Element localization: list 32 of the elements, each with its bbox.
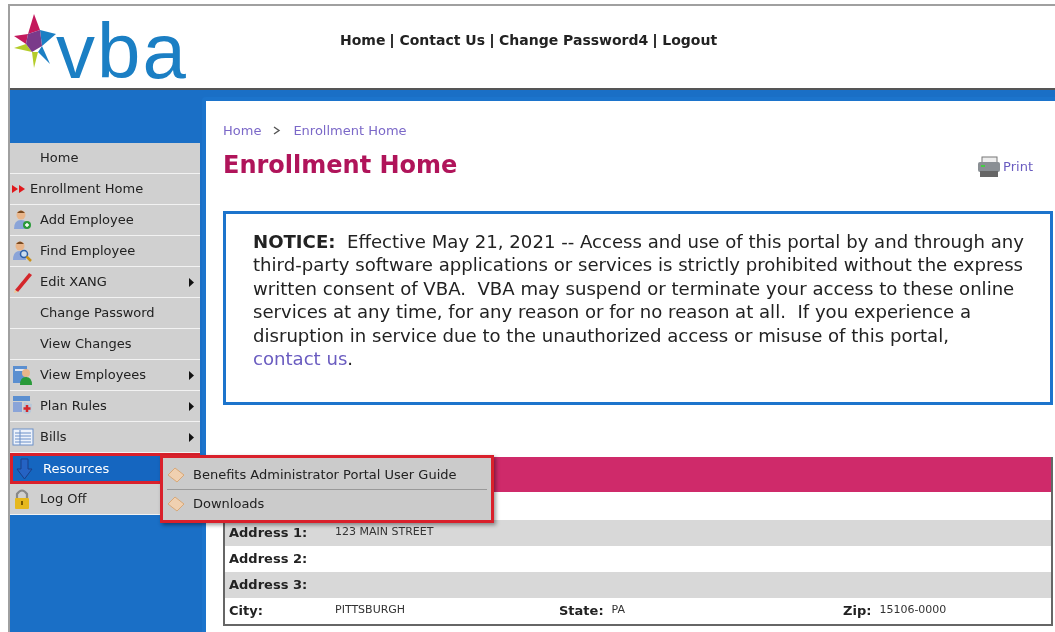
- menu-item[interactable]: Change Password: [10, 298, 200, 329]
- menu-item[interactable]: Bills: [10, 422, 200, 453]
- field-value: 15106-0000: [879, 602, 947, 619]
- contact-link[interactable]: contact us: [253, 348, 348, 369]
- field-value: 123 MAIN STREET: [335, 524, 434, 541]
- header-link[interactable]: Logout: [662, 30, 718, 51]
- menu-item[interactable]: Add Employee: [10, 205, 200, 236]
- header-link[interactable]: Contact Us: [399, 30, 485, 51]
- header-link[interactable]: Home: [340, 30, 386, 51]
- field-label: Zip:: [843, 601, 872, 620]
- menu-item[interactable]: View Employees: [10, 360, 200, 391]
- menu-item[interactable]: Edit XANG: [10, 267, 200, 298]
- field-label: City:: [229, 601, 264, 620]
- menu-item[interactable]: View Changes: [10, 329, 200, 360]
- field-label: Address 3:: [229, 575, 309, 594]
- submenu-item[interactable]: Downloads: [167, 489, 487, 518]
- breadcrumb-link[interactable]: Home: [223, 121, 262, 141]
- menu-item[interactable]: Home: [10, 143, 200, 174]
- breadcrumb-link[interactable]: Enrollment Home: [293, 121, 407, 141]
- header-link[interactable]: Change Password4: [499, 30, 649, 51]
- menu-item[interactable]: Enrollment Home: [10, 174, 200, 205]
- logo-text: vba: [56, 16, 188, 86]
- field-label: Address 1:: [229, 523, 309, 542]
- notice-text: NOTICE: Effective May 21, 2021 -- Access and use of this portal by and through any third-party software applications or services is strictly prohibited without the express written consent of VBA. VBA may suspend or terminate your access to these online services at any time, for any reason or for no reason at all. If you experience a disruption in service due to the unauthorized access or misuse of this portal, contact us.: [253, 229, 1025, 371]
- field-value: PITTSBURGH: [335, 602, 406, 619]
- page-title: Enrollment Home: [223, 149, 458, 181]
- menu-item[interactable]: Find Employee: [10, 236, 200, 267]
- menu-item[interactable]: Plan Rules: [10, 391, 200, 422]
- field-label: State:: [559, 601, 604, 620]
- field-value: PA: [611, 602, 626, 619]
- print-link[interactable]: Print: [977, 155, 1033, 178]
- field-label: Address 2:: [229, 549, 309, 568]
